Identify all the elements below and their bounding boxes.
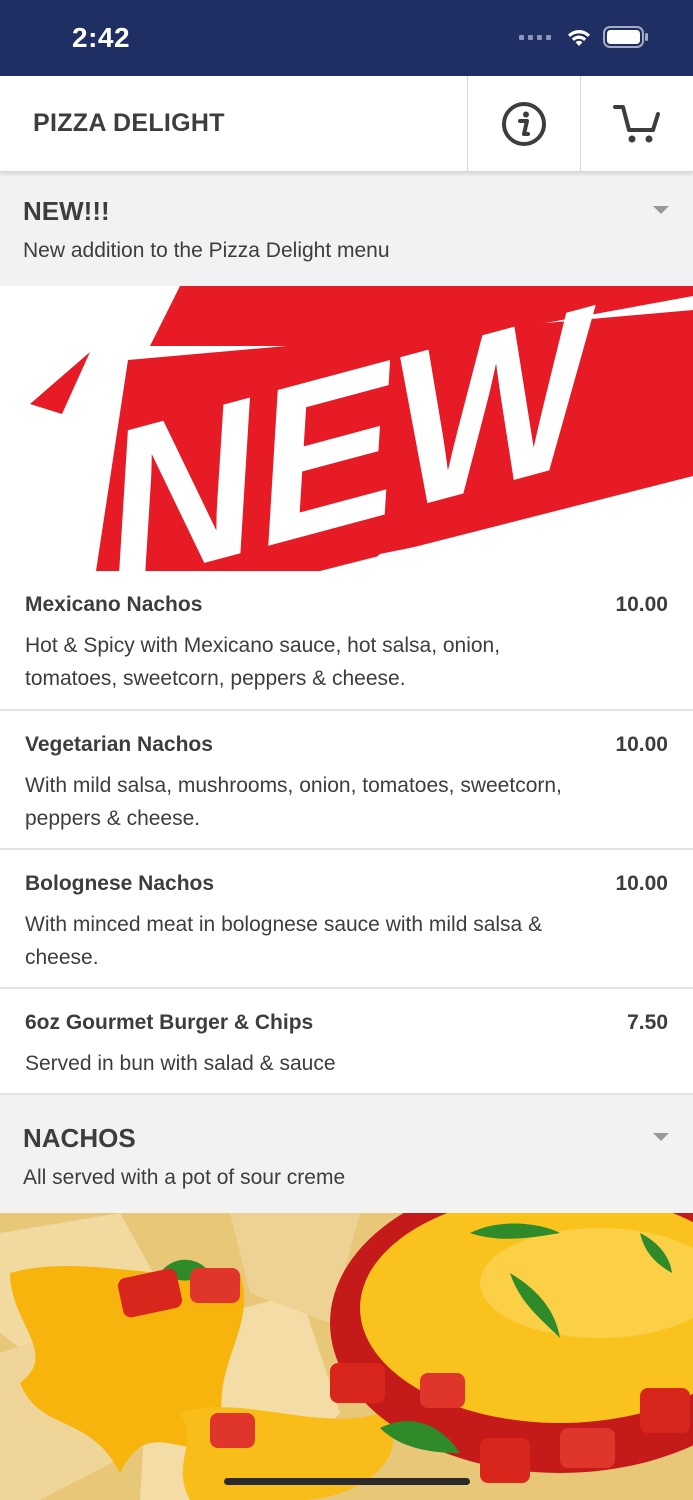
section-title: NEW!!! — [23, 196, 110, 226]
section-description: All served with a pot of sour creme — [23, 1166, 346, 1189]
status-bar: 2:42 — [0, 0, 693, 76]
item-price: 7.50 — [627, 1011, 668, 1034]
new-banner-graphic: NEW — [30, 286, 693, 571]
item-name: Mexicano Nachos — [25, 593, 203, 616]
item-price: 10.00 — [615, 872, 668, 895]
item-name: Vegetarian Nachos — [25, 733, 213, 756]
menu-item[interactable]: Mexicano Nachos 10.00 Hot & Spicy with M… — [0, 571, 693, 711]
nachos-photo-graphic — [0, 1213, 693, 1500]
new-banner-image: NEW — [0, 286, 693, 571]
app-header: PIZZA DELIGHT — [0, 76, 693, 172]
section-header-new[interactable]: NEW!!! New addition to the Pizza Delight… — [0, 172, 693, 286]
info-button[interactable] — [467, 76, 580, 172]
status-icons — [519, 26, 649, 48]
item-name: 6oz Gourmet Burger & Chips — [25, 1011, 314, 1034]
item-price: 10.00 — [615, 733, 668, 756]
shopping-cart-icon — [613, 105, 660, 143]
item-description: Served in bun with salad & sauce — [25, 1052, 336, 1075]
item-description: Hot & Spicy with Mexicano sauce, hot sal… — [25, 634, 501, 690]
section-header-nachos[interactable]: NACHOS All served with a pot of sour cre… — [0, 1095, 693, 1213]
section-description: New addition to the Pizza Delight menu — [23, 239, 390, 262]
cart-button[interactable] — [580, 76, 693, 172]
battery-icon — [603, 26, 648, 48]
signal-icon — [519, 34, 551, 40]
wifi-icon — [568, 30, 590, 46]
menu-item[interactable]: Vegetarian Nachos 10.00 With mild salsa,… — [0, 711, 693, 850]
caret-down-icon — [653, 206, 669, 214]
item-name: Bolognese Nachos — [25, 872, 215, 895]
app-title: PIZZA DELIGHT — [33, 109, 225, 137]
nachos-banner-image — [0, 1213, 693, 1500]
section-title: NACHOS — [23, 1123, 136, 1153]
info-circle-icon — [502, 102, 546, 146]
menu-item[interactable]: Bolognese Nachos 10.00 With minced meat … — [0, 850, 693, 989]
item-price: 10.00 — [615, 593, 668, 616]
home-indicator — [224, 1478, 470, 1485]
item-description: With minced meat in bolognese sauce with… — [25, 913, 543, 969]
status-time: 2:42 — [72, 22, 131, 53]
item-description: With mild salsa, mushrooms, onion, tomat… — [25, 774, 562, 830]
caret-down-icon — [653, 1133, 669, 1141]
menu-item[interactable]: 6oz Gourmet Burger & Chips 7.50 Served i… — [0, 989, 693, 1095]
